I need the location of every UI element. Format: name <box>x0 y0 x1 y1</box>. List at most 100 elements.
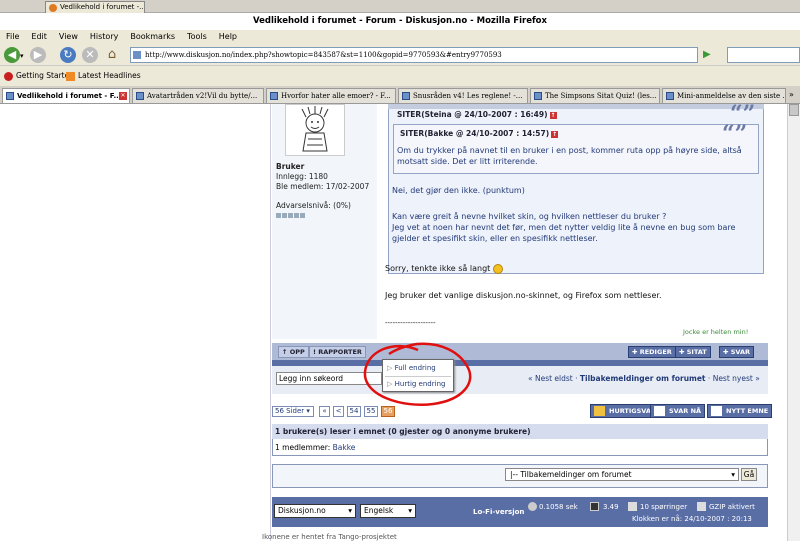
back-icon[interactable]: ◀ <box>4 47 20 63</box>
member-link[interactable]: Bakke <box>333 443 356 452</box>
quote-button[interactable]: ✚ SITAT <box>675 346 711 358</box>
page-56-current: 56 <box>381 406 395 417</box>
prev-page-button[interactable]: < <box>333 406 344 417</box>
chevron-down-icon: ▾ <box>348 506 352 515</box>
prev-topic-link[interactable]: « Nest eldst <box>528 374 573 383</box>
os-window-tab[interactable]: Vedlikehold i forumet -... <box>45 1 145 13</box>
inner-quote-header: SITER(Bakke @ 24/10-2007 : 14:57) ↑ <box>396 127 562 140</box>
quote-jump-icon[interactable]: ↑ <box>549 111 557 119</box>
tab-mini-anmeldelse[interactable]: Mini-anmeldelse av den siste ... <box>662 88 786 104</box>
reply-line-2: Jeg bruker det vanlige diskusjon.no-skin… <box>385 291 662 300</box>
edit-button[interactable]: ✚ REDIGER <box>628 346 676 358</box>
gzip-icon <box>697 502 706 511</box>
warning-level-bar <box>276 211 306 220</box>
bookmark-latest-headlines[interactable]: Latest Headlines <box>78 66 141 86</box>
web-search-input[interactable] <box>727 47 800 63</box>
tab-label: Vedlikehold i forumet - F... <box>17 92 122 100</box>
language-select[interactable]: Engelsk ▾ <box>360 504 416 518</box>
close-tab-icon[interactable]: ✕ <box>119 92 127 100</box>
menu-tools[interactable]: Tools <box>187 32 207 41</box>
tab-label: Mini-anmeldelse av den siste ... <box>677 92 786 100</box>
back-dropdown-icon[interactable]: ▾ <box>20 52 24 60</box>
menu-file[interactable]: File <box>6 32 19 41</box>
tab-favicon-icon <box>534 92 542 100</box>
pages-dropdown[interactable]: 56 Sider ▾ <box>272 406 314 417</box>
reload-icon[interactable]: ↻ <box>60 47 76 63</box>
tab-favicon-icon <box>6 92 14 100</box>
go-icon[interactable]: ▶ <box>703 50 713 60</box>
firefox-icon <box>49 4 57 12</box>
reply-button[interactable]: ✚ SVAR <box>719 346 755 358</box>
tab-list-icon[interactable]: » <box>789 90 794 99</box>
tab-favicon-icon <box>666 92 674 100</box>
next-topic-link[interactable]: Nest nyest » <box>713 374 760 383</box>
up-button[interactable]: ↑ OPP <box>278 346 309 358</box>
quick-reply-label: HURTIGSVAR <box>609 407 656 415</box>
scrollbar-thumb[interactable] <box>789 104 799 116</box>
signature-separator: -------------------- <box>385 319 436 327</box>
new-topic-icon <box>711 406 722 416</box>
menu-history[interactable]: History <box>90 32 118 41</box>
pages-label: 56 Sider <box>275 407 305 415</box>
menu-edit[interactable]: Edit <box>31 32 47 41</box>
bookmarks-toolbar: Getting Started Latest Headlines <box>0 66 800 86</box>
tab-label: The Simpsons Sitat Quiz! (les... <box>545 92 657 100</box>
readers-header: 1 brukere(s) leser i emnet (0 gjester og… <box>272 424 768 439</box>
clock-icon <box>528 502 537 511</box>
reply-label: SVAR <box>730 348 751 356</box>
tab-label: Avatartråden v2!Vil du bytte/... <box>147 92 258 100</box>
menu-bookmarks[interactable]: Bookmarks <box>130 32 175 41</box>
edit-label: REDIGER <box>639 348 672 356</box>
server-clock: Klokken er nå: 24/10-2007 : 20:13 <box>632 515 752 523</box>
forum-jump-select[interactable]: |-- Tilbakemeldinger om forumet ▾ <box>505 468 739 481</box>
icon-credit-text: Ikonene er hentet fra Tango-prosjektet <box>262 533 397 541</box>
skin-select[interactable]: Diskusjon.no ▾ <box>274 504 356 518</box>
page-scrollbar[interactable] <box>787 104 800 541</box>
reply-now-button[interactable]: SVAR NÅ <box>650 404 706 418</box>
tab-snustraden[interactable]: Snusråden v4! Les reglene! -... <box>398 88 528 104</box>
signature-text: Jocke er helten min! <box>683 328 749 336</box>
forward-icon[interactable]: ▶ <box>30 47 46 63</box>
user-name[interactable]: Bruker <box>276 162 304 171</box>
inner-quote-text: Om du trykker på navnet til en bruker i … <box>397 146 742 166</box>
nav-separator: · <box>707 374 711 383</box>
language-value: Engelsk <box>364 506 394 515</box>
chevron-down-icon: ▾ <box>731 470 735 479</box>
new-topic-label: NYTT EMNE <box>726 407 769 415</box>
server-load-icon <box>590 502 599 511</box>
window-title: Vedlikehold i forumet - Forum - Diskusjo… <box>0 13 800 30</box>
menu-bar: File Edit View History Bookmarks Tools Help <box>0 30 800 44</box>
outer-quote-header: SITER(Steina @ 24/10-2007 : 16:49) ↑ <box>393 108 561 121</box>
user-warning: Advarselsnivå: (0%) <box>276 201 351 210</box>
server-load: 3.49 <box>603 503 619 511</box>
home-icon[interactable]: ⌂ <box>104 47 120 63</box>
tab-favicon-icon <box>136 92 144 100</box>
tab-simpsons[interactable]: The Simpsons Sitat Quiz! (les... <box>530 88 660 104</box>
reply-line-1-text: Sorry, tenkte ikke så langt <box>385 264 491 273</box>
reply-now-icon <box>654 406 665 416</box>
skin-value: Diskusjon.no <box>278 506 326 515</box>
new-topic-button[interactable]: NYTT EMNE <box>707 404 773 418</box>
tab-avatartraden[interactable]: Avatartråden v2!Vil du bytte/... <box>132 88 264 104</box>
page-55[interactable]: 55 <box>364 406 378 417</box>
tab-emoer[interactable]: Hvorfor hater alle emoer? - F... <box>266 88 396 104</box>
getting-started-icon <box>4 72 13 81</box>
url-input[interactable]: http://www.diskusjon.no/index.php?showto… <box>130 47 698 63</box>
menu-view[interactable]: View <box>59 32 78 41</box>
forum-link[interactable]: Tilbakemeldinger om forumet <box>580 374 706 383</box>
avatar-drawing <box>301 106 329 152</box>
menu-help[interactable]: Help <box>219 32 237 41</box>
quote-jump-icon[interactable]: ↑ <box>551 130 559 138</box>
browser-tab-bar: Vedlikehold i forumet - F... ✕ Avatartråd… <box>0 86 800 104</box>
stop-icon[interactable]: ✕ <box>82 47 98 63</box>
members-label: 1 medlemmer: <box>275 443 331 452</box>
lofi-link[interactable]: Lo-Fi-versjon <box>473 508 524 516</box>
red-annotation-circle <box>363 342 472 406</box>
nav-separator: · <box>575 374 578 383</box>
reply-line-1: Sorry, tenkte ikke så langt <box>385 263 503 274</box>
tab-label: Snusråden v4! Les reglene! -... <box>413 92 523 100</box>
go-button[interactable]: Gå <box>741 468 757 481</box>
page-54[interactable]: 54 <box>347 406 361 417</box>
tab-vedlikehold[interactable]: Vedlikehold i forumet - F... ✕ <box>2 88 130 104</box>
first-page-button[interactable]: « <box>319 406 330 417</box>
